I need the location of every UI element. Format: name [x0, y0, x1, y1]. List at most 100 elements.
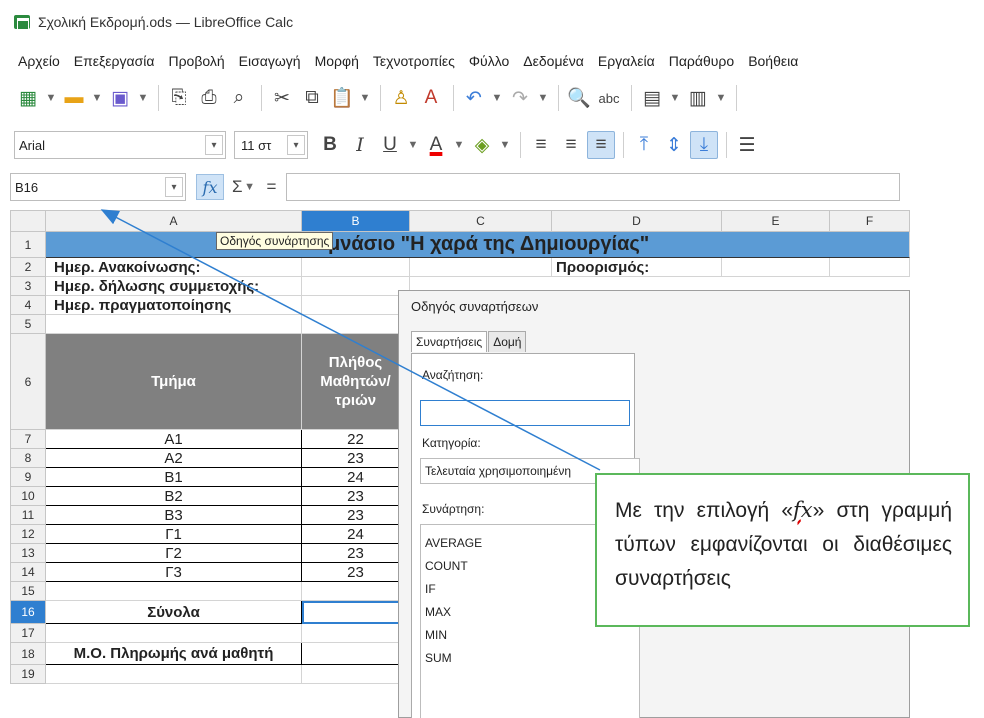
new-document-icon[interactable]: ▦	[14, 84, 42, 112]
row-header[interactable]: 14	[10, 563, 46, 582]
font-color-dropdown-icon[interactable]: ▼	[452, 131, 466, 159]
row-header[interactable]: 13	[10, 544, 46, 563]
clone-formatting-icon[interactable]: ♙	[387, 84, 415, 112]
formula-equals-icon[interactable]: =	[267, 177, 277, 197]
open-dropdown-icon[interactable]: ▼	[90, 84, 104, 112]
menu-window[interactable]: Παράθυρο	[669, 53, 734, 69]
row-header[interactable]: 12	[10, 525, 46, 544]
cell-d2[interactable]: Προορισμός:	[552, 258, 722, 277]
cut-icon[interactable]: ✂	[268, 84, 296, 112]
spelling-icon[interactable]: abc	[595, 84, 623, 112]
redo-dropdown-icon[interactable]: ▼	[536, 84, 550, 112]
cell-a19[interactable]	[46, 665, 302, 684]
tab-structure[interactable]: Δομή	[488, 331, 527, 352]
sum-icon[interactable]: Σ	[232, 177, 243, 197]
row-header[interactable]: 16	[10, 601, 46, 624]
center-vertically-icon[interactable]: ⇕	[660, 131, 688, 159]
cell-a4[interactable]: Ημερ. πραγματοποίησης	[46, 296, 302, 315]
search-input[interactable]	[420, 400, 630, 426]
menu-help[interactable]: Βοήθεια	[748, 53, 798, 69]
paste-dropdown-icon[interactable]: ▼	[358, 84, 372, 112]
cell-class[interactable]: Α2	[46, 449, 302, 468]
row-header[interactable]: 8	[10, 449, 46, 468]
cell-students[interactable]: 22	[302, 430, 410, 449]
row-header[interactable]: 6	[10, 334, 46, 430]
sum-dropdown-icon[interactable]: ▼	[243, 173, 257, 201]
chevron-down-icon[interactable]: ▾	[287, 135, 305, 155]
cell-a17[interactable]	[46, 624, 302, 643]
cell-a5[interactable]	[46, 315, 302, 334]
menu-file[interactable]: Αρχείο	[18, 53, 60, 69]
cell-class[interactable]: Β1	[46, 468, 302, 487]
cell-students[interactable]: 24	[302, 468, 410, 487]
row-header[interactable]: 1	[10, 232, 46, 258]
row-header[interactable]: 3	[10, 277, 46, 296]
underline-icon[interactable]: U	[376, 131, 404, 159]
undo-icon[interactable]: ↶	[460, 84, 488, 112]
list-item-function[interactable]: SUM	[421, 646, 639, 669]
row-icon[interactable]: ▤	[638, 84, 666, 112]
column-header-b[interactable]: B	[302, 210, 410, 232]
find-replace-icon[interactable]: 🔍	[565, 84, 593, 112]
italic-icon[interactable]: I	[346, 131, 374, 159]
row-header[interactable]: 5	[10, 315, 46, 334]
name-box[interactable]: B16 ▾	[10, 173, 186, 201]
save-icon[interactable]: ▣	[106, 84, 134, 112]
row-header[interactable]: 17	[10, 624, 46, 643]
column-header-d[interactable]: D	[552, 210, 722, 232]
cell-a16-totals[interactable]: Σύνολα	[46, 601, 302, 624]
row-header[interactable]: 18	[10, 643, 46, 665]
save-dropdown-icon[interactable]: ▼	[136, 84, 150, 112]
cell-class[interactable]: Γ2	[46, 544, 302, 563]
redo-icon[interactable]: ↷	[506, 84, 534, 112]
column-header-f[interactable]: F	[830, 210, 910, 232]
menu-tools[interactable]: Εργαλεία	[598, 53, 655, 69]
cell-e2[interactable]	[722, 258, 830, 277]
tab-functions[interactable]: Συναρτήσεις	[411, 331, 488, 352]
print-icon[interactable]: ⎙	[195, 84, 223, 112]
cell-f2[interactable]	[830, 258, 910, 277]
align-right-icon[interactable]: ≡	[587, 131, 615, 159]
export-pdf-icon[interactable]: ⎘	[165, 84, 193, 112]
row-dropdown-icon[interactable]: ▼	[668, 84, 682, 112]
align-top-icon[interactable]: ⤒	[630, 131, 658, 159]
background-color-dropdown-icon[interactable]: ▼	[498, 131, 512, 159]
row-header[interactable]: 2	[10, 258, 46, 277]
background-color-icon[interactable]: ◈	[468, 131, 496, 159]
copy-icon[interactable]: ⧉	[298, 84, 326, 112]
menu-styles[interactable]: Τεχνοτροπίες	[373, 53, 455, 69]
cell-class[interactable]: Β3	[46, 506, 302, 525]
cell-b15[interactable]	[302, 582, 410, 601]
column-header-c[interactable]: C	[410, 210, 552, 232]
menu-format[interactable]: Μορφή	[315, 53, 359, 69]
paste-icon[interactable]: 📋	[328, 84, 356, 112]
row-header[interactable]: 10	[10, 487, 46, 506]
cell-b3[interactable]	[302, 277, 410, 296]
row-header[interactable]: 11	[10, 506, 46, 525]
cell-b19[interactable]	[302, 665, 410, 684]
font-color-icon[interactable]: A	[422, 131, 450, 159]
cell-class[interactable]: Γ1	[46, 525, 302, 544]
align-center-icon[interactable]: ≡	[557, 131, 585, 159]
function-wizard-button[interactable]: fx	[196, 174, 224, 200]
cell-a1-title[interactable]: μνάσιο "Η χαρά της Δημιουργίας"	[46, 232, 910, 258]
chevron-down-icon[interactable]: ▾	[205, 135, 223, 155]
row-header[interactable]: 19	[10, 665, 46, 684]
clear-formatting-icon[interactable]: A	[417, 84, 445, 112]
cell-b17[interactable]	[302, 624, 410, 643]
column-dropdown-icon[interactable]: ▼	[714, 84, 728, 112]
cell-b16-selected[interactable]	[302, 601, 410, 624]
undo-dropdown-icon[interactable]: ▼	[490, 84, 504, 112]
cell-b5[interactable]	[302, 315, 410, 334]
cell-class[interactable]: Β2	[46, 487, 302, 506]
cell-students[interactable]: 24	[302, 525, 410, 544]
cell-a18-avg-payment[interactable]: Μ.Ο. Πληρωμής ανά μαθητή	[46, 643, 302, 665]
cell-class[interactable]: Γ3	[46, 563, 302, 582]
cell-b4[interactable]	[302, 296, 410, 315]
cell-students[interactable]: 23	[302, 449, 410, 468]
menu-sheet[interactable]: Φύλλο	[469, 53, 509, 69]
menu-data[interactable]: Δεδομένα	[523, 53, 584, 69]
cell-a2[interactable]: Ημερ. Ανακοίνωσης:	[46, 258, 302, 277]
open-folder-icon[interactable]: ▬	[60, 84, 88, 112]
font-size-box[interactable]: 11 στ ▾	[234, 131, 308, 159]
